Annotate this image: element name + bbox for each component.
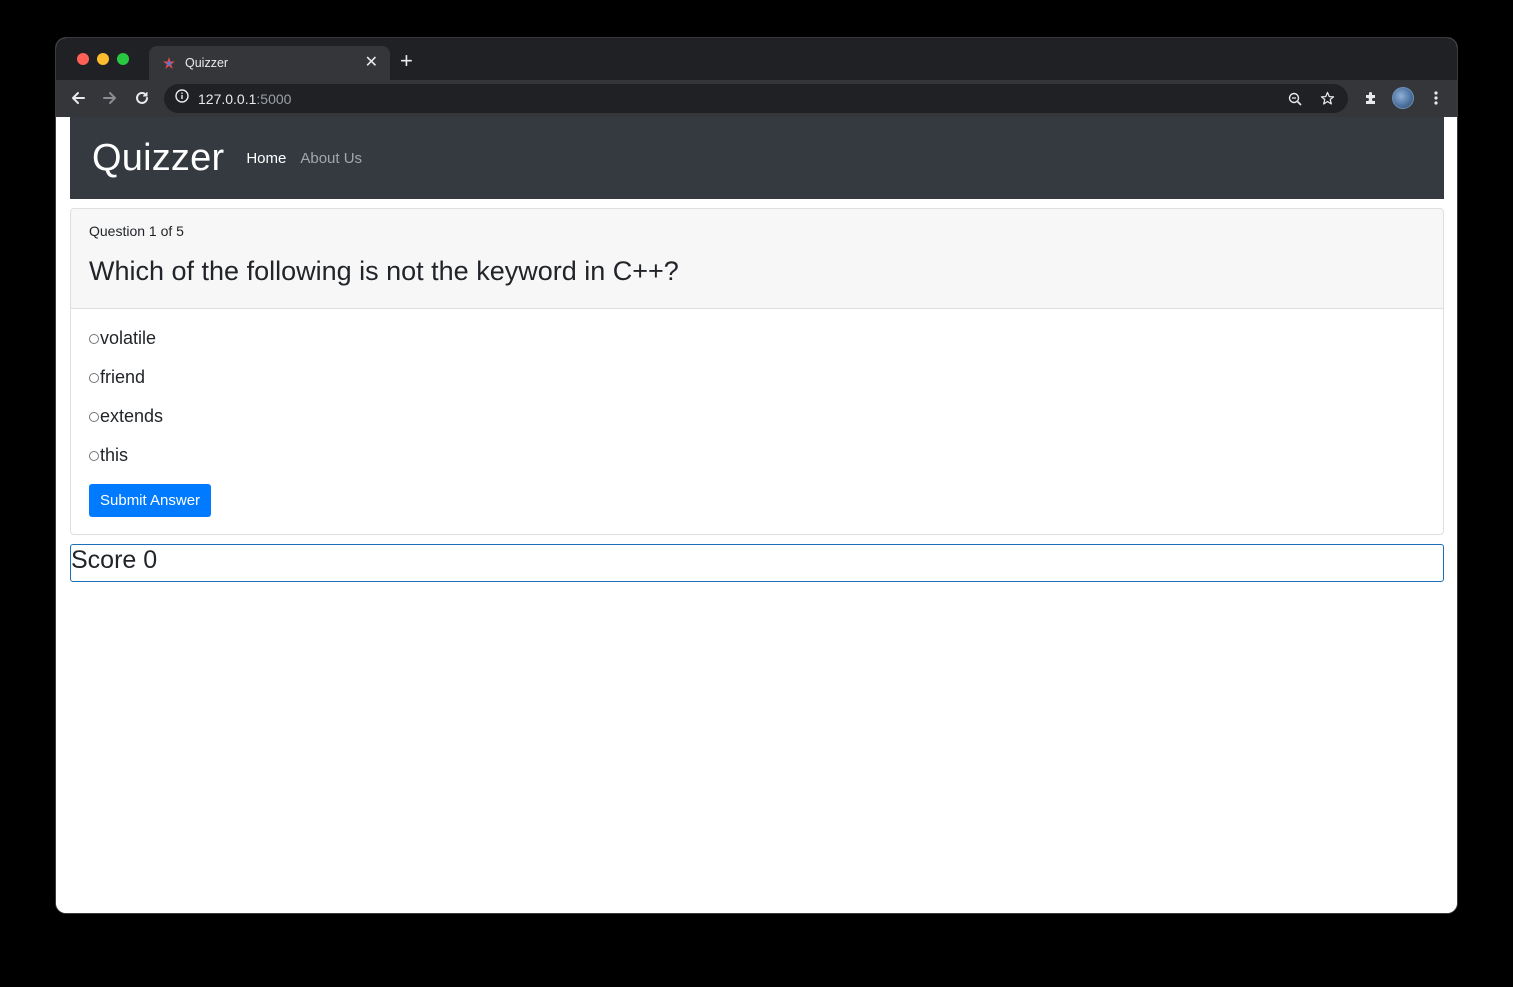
minimize-window-button[interactable] [97, 53, 109, 65]
answer-option-label: friend [100, 367, 146, 387]
favicon-icon [162, 56, 176, 70]
page-viewport: Quizzer Home About Us Question 1 of 5 Wh… [56, 117, 1457, 913]
answer-option[interactable]: friend [89, 358, 1425, 397]
more-menu-icon[interactable] [1426, 88, 1446, 108]
nav-link-about-us[interactable]: About Us [300, 150, 362, 167]
answer-options: volatile friend extends this [89, 319, 1425, 475]
zoom-icon[interactable] [1288, 84, 1302, 113]
url-text: 127.0.0.1:5000 [198, 91, 291, 107]
browser-tab-active[interactable]: Quizzer ✕ [149, 46, 390, 80]
nav-link-home[interactable]: Home [246, 150, 286, 167]
new-tab-icon[interactable]: + [400, 49, 413, 73]
forward-arrow-icon[interactable] [100, 88, 120, 108]
answer-option[interactable]: this [89, 436, 1425, 475]
question-counter: Question 1 of 5 [89, 223, 184, 239]
answer-option-label: extends [100, 406, 164, 426]
url-host: 127.0.0.1 [198, 90, 257, 107]
submit-answer-button[interactable]: Submit Answer [89, 484, 212, 517]
url-port: :5000 [256, 90, 292, 107]
question-text: Which of the following is not the keywor… [89, 256, 679, 286]
navbar-brand[interactable]: Quizzer [92, 137, 224, 180]
maximize-window-button[interactable] [117, 53, 129, 65]
tab-title: Quizzer [185, 56, 229, 70]
question-card-header: Question 1 of 5 Which of the following i… [71, 209, 1443, 309]
info-icon[interactable] [175, 89, 189, 108]
answer-option-label: volatile [100, 328, 157, 348]
answer-option-label: this [100, 445, 129, 465]
address-bar[interactable]: 127.0.0.1:5000 [164, 84, 1348, 113]
site-navbar: Quizzer Home About Us [70, 117, 1444, 199]
radio-button[interactable] [89, 372, 99, 383]
radio-button[interactable] [89, 333, 99, 344]
browser-window: Quizzer ✕ + 127.0.0.1:5000 Quizzer Home … [56, 38, 1457, 913]
close-window-button[interactable] [77, 53, 89, 65]
radio-button[interactable] [89, 450, 99, 461]
bookmark-star-icon[interactable] [1320, 84, 1335, 113]
answer-option[interactable]: volatile [89, 319, 1425, 358]
extensions-puzzle-icon[interactable] [1361, 88, 1381, 108]
score-display: Score 0 [70, 544, 1444, 582]
browser-toolbar: 127.0.0.1:5000 [56, 80, 1457, 117]
back-arrow-icon[interactable] [68, 88, 88, 108]
answer-option[interactable]: extends [89, 397, 1425, 436]
question-card: Question 1 of 5 Which of the following i… [70, 208, 1444, 535]
reload-icon[interactable] [132, 88, 152, 108]
question-card-body: volatile friend extends this Submit Answ… [71, 309, 1443, 517]
tab-close-icon[interactable]: ✕ [365, 55, 378, 71]
radio-button[interactable] [89, 411, 99, 422]
tab-bar: Quizzer ✕ + [56, 38, 1457, 80]
profile-avatar[interactable] [1392, 87, 1414, 109]
